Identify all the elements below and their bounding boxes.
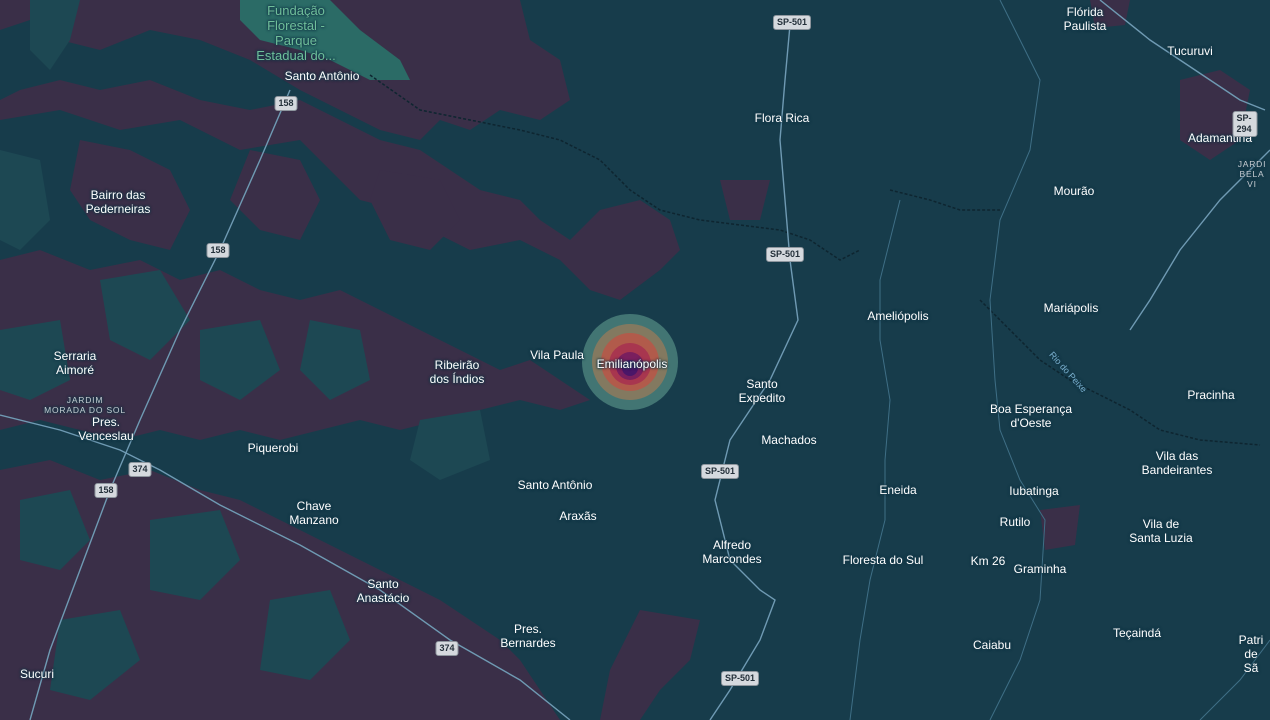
road-shield-158[interactable]: 158 <box>206 243 230 258</box>
place-label-rutilo[interactable]: Rutilo <box>1000 515 1031 529</box>
road-shield-158[interactable]: 158 <box>94 483 118 498</box>
place-label-patri-de-sao[interactable]: Patri de Sã <box>1239 633 1264 675</box>
place-label-boa-esperanca[interactable]: Boa Esperança d'Oeste <box>990 402 1072 430</box>
place-label-serraria-aimore[interactable]: Serraria Aimoré <box>54 349 97 377</box>
place-label-caiabu[interactable]: Caiabu <box>973 638 1011 652</box>
place-label-tucuruvi[interactable]: Tucuruvi <box>1167 44 1213 58</box>
place-label-jardim-bela-vista[interactable]: JARDI BELA VI <box>1238 159 1267 189</box>
place-label-pres-venceslau[interactable]: Pres. Venceslau <box>78 415 133 443</box>
place-label-ameliopolis[interactable]: Ameliópolis <box>867 309 928 323</box>
place-label-florida-paulista[interactable]: Flórida Paulista <box>1064 5 1107 33</box>
place-label-pres-bernardes[interactable]: Pres. Bernardes <box>500 622 555 650</box>
place-label-iubatinga[interactable]: Iubatinga <box>1009 484 1058 498</box>
place-label-flora-rica[interactable]: Flora Rica <box>755 111 810 125</box>
place-label-km-26[interactable]: Km 26 <box>971 554 1006 568</box>
place-label-graminha[interactable]: Graminha <box>1014 562 1067 576</box>
place-label-vila-de-santa-luzia[interactable]: Vila de Santa Luzia <box>1129 517 1192 545</box>
road-shield-sp294[interactable]: SP-294 <box>1232 111 1258 137</box>
place-label-piquerobi[interactable]: Piquerobi <box>248 441 299 455</box>
place-label-ribeirao-dos-indios[interactable]: Ribeirão dos Índios <box>430 358 485 386</box>
place-label-santo-antonio-north[interactable]: Santo Antônio <box>285 69 360 83</box>
place-label-araxas[interactable]: Araxãs <box>559 509 596 523</box>
place-label-chave-manzano[interactable]: Chave Manzano <box>289 499 338 527</box>
map-view[interactable]: Fundação Florestal - Parque Estadual do.… <box>0 0 1270 720</box>
place-label-sucuri[interactable]: Sucuri <box>20 667 54 681</box>
place-label-santo-anastacio[interactable]: Santo Anastácio <box>357 577 410 605</box>
road-shield-374[interactable]: 374 <box>435 641 459 656</box>
place-label-tecainda[interactable]: Teçaindá <box>1113 626 1161 640</box>
road-shield-sp501[interactable]: SP-501 <box>765 247 805 262</box>
place-label-floresta-do-sul[interactable]: Floresta do Sul <box>843 553 924 567</box>
road-shield-374[interactable]: 374 <box>128 462 152 477</box>
place-label-pracinha[interactable]: Pracinha <box>1187 388 1234 402</box>
place-label-bairro-das-pederneiras[interactable]: Bairro das Pederneiras <box>86 188 151 216</box>
place-label-mourao[interactable]: Mourão <box>1054 184 1095 198</box>
place-label-park[interactable]: Fundação Florestal - Parque Estadual do.… <box>256 3 336 63</box>
place-label-vila-paula[interactable]: Vila Paula <box>530 348 584 362</box>
road-shield-sp501[interactable]: SP-501 <box>700 464 740 479</box>
place-label-mariapolis[interactable]: Mariápolis <box>1044 301 1099 315</box>
place-label-santo-expedito[interactable]: Santo Expedito <box>739 377 786 405</box>
place-label-alfredo-marcondes[interactable]: Alfredo Marcondes <box>702 538 761 566</box>
place-label-emilianopolis[interactable]: Emilianópolis <box>597 357 668 371</box>
place-label-machados[interactable]: Machados <box>761 433 816 447</box>
place-label-santo-antonio-south[interactable]: Santo Antônio <box>518 478 593 492</box>
road-shield-158[interactable]: 158 <box>274 96 298 111</box>
place-label-vila-das-bandeirantes[interactable]: Vila das Bandeirantes <box>1142 449 1213 477</box>
road-shield-sp501[interactable]: SP-501 <box>772 15 812 30</box>
road-shield-sp501[interactable]: SP-501 <box>720 671 760 686</box>
place-label-jardim-morada-do-sol[interactable]: JARDIM MORADA DO SOL <box>44 395 126 415</box>
place-label-eneida[interactable]: Eneida <box>879 483 916 497</box>
